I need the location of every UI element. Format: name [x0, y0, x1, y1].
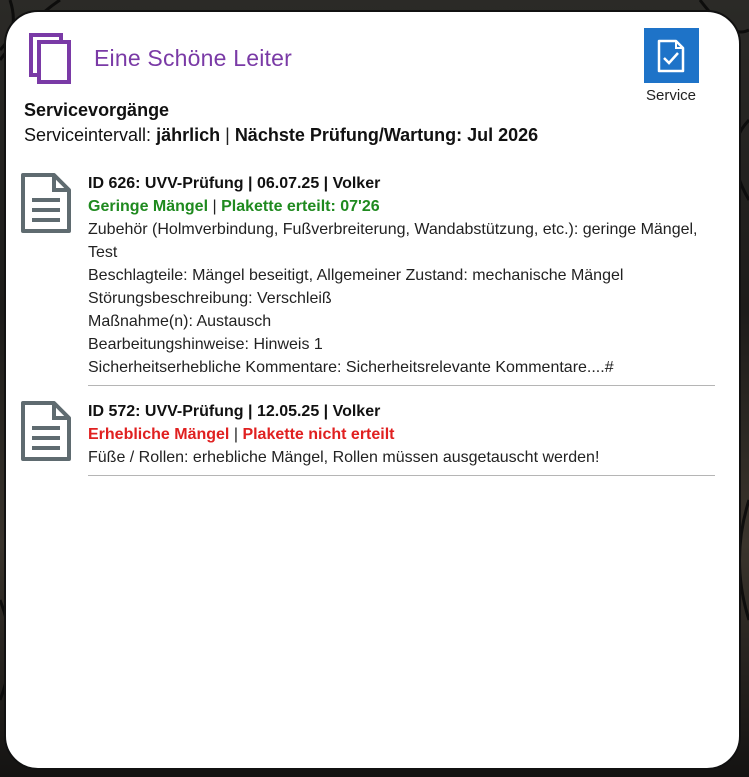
entry-detail: Maßnahme(n): Austausch — [88, 313, 272, 330]
entry-divider — [88, 475, 715, 476]
entry-divider — [88, 385, 715, 386]
badge-status: Plakette nicht erteilt — [242, 426, 395, 443]
entry-content: ID 626: UVV-Prüfung | 06.07.25 | Volker … — [88, 172, 715, 386]
service-button[interactable]: Service — [642, 28, 700, 104]
next-check: Nächste Prüfung/Wartung: Jul 2026 — [234, 125, 539, 145]
status-divider: | — [212, 198, 217, 215]
entry-detail: Störungsbeschreibung: Verschleiß — [88, 290, 332, 307]
service-button-label: Service — [645, 87, 697, 104]
defect-status: Erhebliche Mängel — [88, 426, 230, 443]
service-tile[interactable] — [643, 28, 699, 83]
entry-detail: Sicherheitserhebliche Kommentare: Sicher… — [88, 359, 614, 376]
section-title: Servicevorgänge — [24, 100, 170, 120]
entry-detail: Füße / Rollen: erhebliche Mängel, Rollen… — [88, 449, 600, 466]
defect-status: Geringe Mängel — [88, 198, 209, 215]
entry-content: ID 572: UVV-Prüfung | 12.05.25 | Volker … — [88, 400, 715, 476]
status-divider: | — [233, 426, 238, 443]
entry-title: ID 626: UVV-Prüfung | 06.07.25 | Volker — [88, 175, 381, 192]
interval-divider: | — [225, 125, 230, 145]
interval-value: jährlich — [156, 125, 221, 145]
entry-detail: Beschlagteile: Mängel beseitigt, Allgeme… — [88, 267, 624, 284]
entry-detail: Zubehör (Holmverbindung, Fußverbreiterun… — [88, 221, 698, 261]
entry-status: Geringe Mängel | Plakette erteilt: 07'26 — [88, 195, 715, 218]
entry-detail: Bearbeitungshinweise: Hinweis 1 — [88, 336, 323, 353]
interval-label: Serviceintervall: — [24, 125, 152, 145]
document-icon — [21, 173, 71, 233]
entry-status: Erhebliche Mängel | Plakette nicht ertei… — [88, 423, 715, 446]
service-card: Eine Schöne Leiter Service Servicevorgän… — [4, 10, 741, 770]
service-interval-line: Serviceintervall: jährlich | Nächste Prü… — [24, 125, 538, 146]
badge-status: Plakette erteilt: 07'26 — [221, 198, 380, 215]
copy-documents-icon — [29, 33, 71, 84]
checklist-icon — [657, 39, 685, 72]
document-icon — [21, 401, 71, 461]
card-header: Eine Schöne Leiter — [28, 32, 292, 84]
entry-title: ID 572: UVV-Prüfung | 12.05.25 | Volker — [88, 403, 381, 420]
page-title: Eine Schöne Leiter — [94, 44, 292, 71]
